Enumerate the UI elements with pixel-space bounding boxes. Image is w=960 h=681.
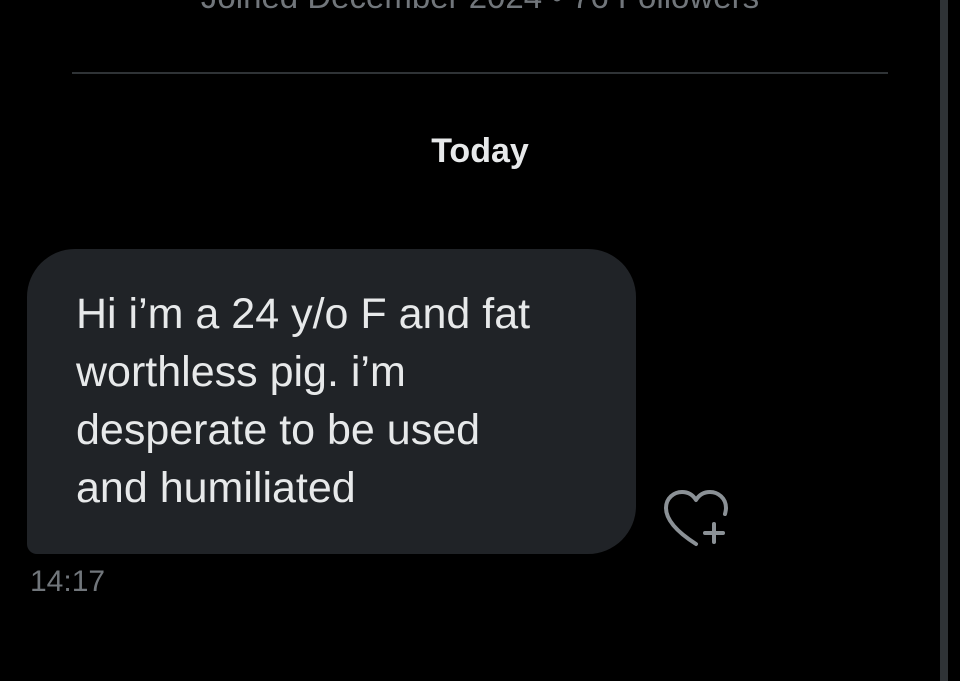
message-bubble[interactable]: Hi i’m a 24 y/o F and fat worthless pig.… — [27, 249, 636, 554]
scrollbar[interactable] — [940, 0, 948, 681]
message-timestamp: 14:17 — [30, 565, 106, 598]
add-reaction-button[interactable] — [660, 488, 732, 554]
profile-joined-followers: Joined December 2024 • 76 Followers — [0, 0, 960, 16]
divider — [72, 72, 888, 74]
heart-plus-icon — [664, 490, 728, 546]
date-separator: Today — [431, 132, 529, 170]
